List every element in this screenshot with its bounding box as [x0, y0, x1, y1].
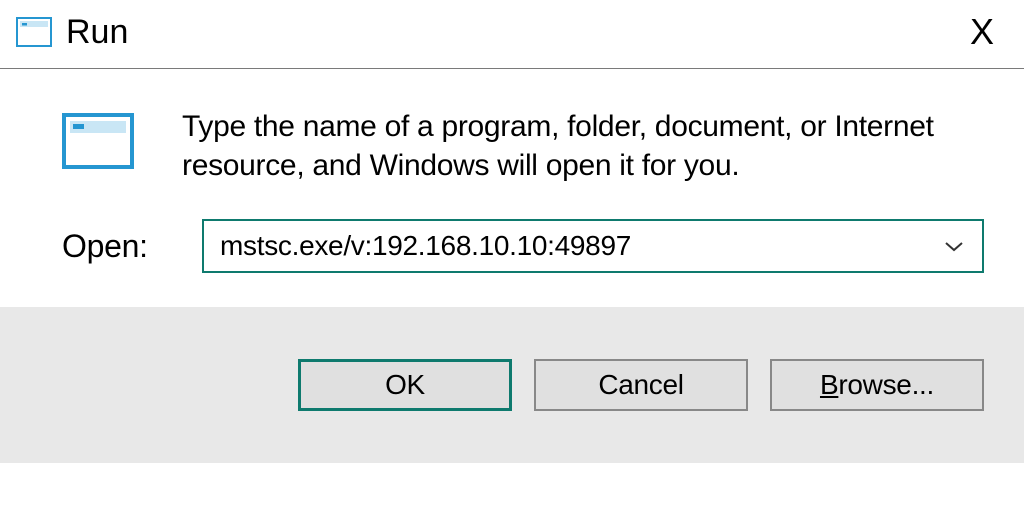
run-icon	[16, 17, 52, 47]
description-row: Type the name of a program, folder, docu…	[62, 107, 984, 185]
command-combobox[interactable]	[202, 219, 984, 273]
browse-button-label: Browse...	[820, 369, 934, 401]
chevron-down-icon[interactable]	[942, 234, 966, 258]
ok-button[interactable]: OK	[298, 359, 512, 411]
command-input[interactable]	[220, 230, 942, 262]
description-text: Type the name of a program, folder, docu…	[182, 107, 942, 185]
titlebar-left: Run	[16, 13, 128, 52]
open-label: Open:	[62, 228, 154, 265]
content-area: Type the name of a program, folder, docu…	[0, 69, 1024, 307]
ok-button-label: OK	[385, 369, 425, 401]
cancel-button[interactable]: Cancel	[534, 359, 748, 411]
browse-button[interactable]: Browse...	[770, 359, 984, 411]
titlebar: Run X	[0, 0, 1024, 69]
window-title: Run	[66, 13, 128, 52]
button-bar: OK Cancel Browse...	[0, 307, 1024, 463]
close-button[interactable]: X	[962, 10, 1002, 54]
run-icon	[62, 113, 134, 169]
open-row: Open:	[62, 219, 984, 273]
cancel-button-label: Cancel	[598, 369, 683, 401]
